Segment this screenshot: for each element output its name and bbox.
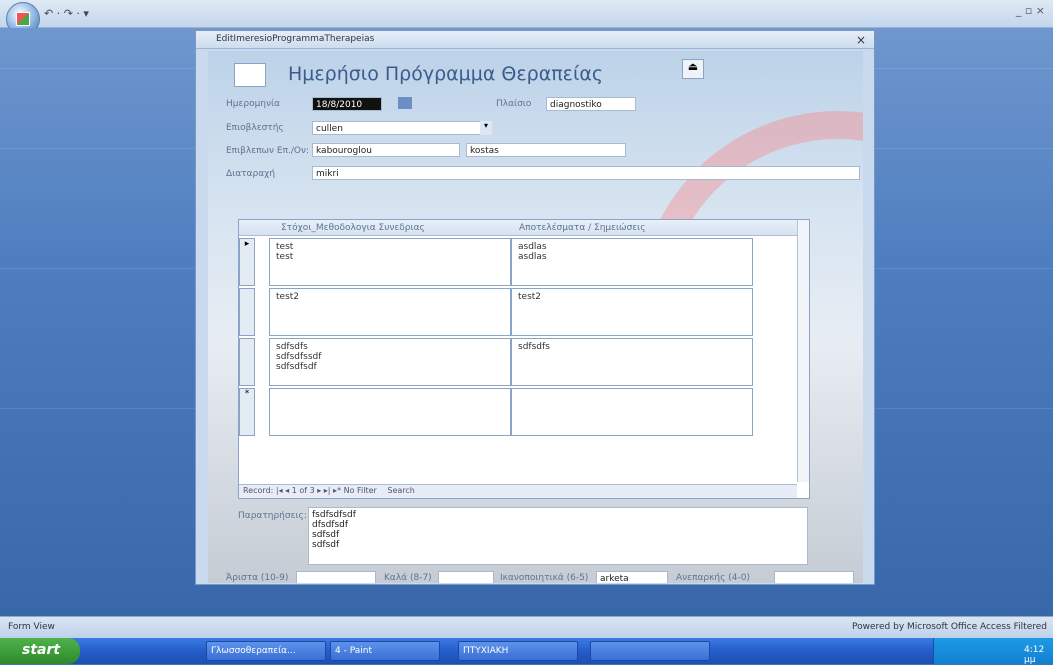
form-canvas: Ημερήσιο Πρόγραμμα Θεραπείας ⏏ Ημερομηνί… (208, 51, 863, 583)
subform-scrollbar[interactable] (797, 220, 809, 482)
app-ribbon-bar: ↶ · ↷ · ▾ _ ▫ × (0, 0, 1053, 36)
start-button[interactable]: start (0, 638, 80, 664)
page-title: Ημερήσιο Πρόγραμμα Θεραπείας (288, 63, 604, 85)
window-controls[interactable]: _ ▫ × (1016, 4, 1045, 17)
disorder-field[interactable]: mikri (312, 166, 860, 180)
column-header-results: Αποτελέσματα / Σημειώσεις (519, 223, 646, 233)
grade-excellent-label: Άριστα (10-9) (226, 573, 289, 583)
new-record-selector[interactable]: * (239, 388, 255, 436)
goal-cell[interactable]: sdfsdfs sdfsdfssdf sdfsdfsdf (269, 338, 511, 386)
record-selector[interactable] (239, 288, 255, 336)
grade-insufficient-field[interactable] (774, 571, 854, 583)
remarks-label: Παρατηρήσεις: (238, 511, 307, 521)
subform-header: Στόχοι_Μεθοδολογια Συνεδριας Αποτελέσματ… (239, 220, 797, 236)
record-label: Record: (243, 486, 274, 495)
goal-cell[interactable] (269, 388, 511, 436)
grade-insufficient-label: Ανεπαρκής (4-0) (676, 573, 750, 583)
grade-good-label: Καλά (8-7) (384, 573, 432, 583)
responsible-first-field[interactable]: kostas (466, 143, 626, 157)
supervisor-select[interactable]: cullen (312, 121, 490, 135)
form-window-title: EditImeresioProgrammaTherapeias (196, 31, 874, 49)
taskbar-item[interactable]: ΠΤΥΧΙΑΚΗ (458, 641, 578, 661)
status-bar: Form View Powered by Microsoft Office Ac… (0, 616, 1053, 638)
office-logo-icon (16, 12, 30, 26)
calendar-icon[interactable] (398, 97, 412, 109)
filter-indicator[interactable]: No Filter (344, 486, 377, 495)
column-header-goals: Στόχοι_Μεθοδολογια Συνεδριας (281, 223, 425, 233)
result-cell[interactable] (511, 388, 753, 436)
quick-access-toolbar[interactable]: ↶ · ↷ · ▾ (44, 7, 89, 20)
grade-good-field[interactable] (438, 571, 494, 583)
record-position[interactable]: 1 of 3 (292, 486, 315, 495)
date-label: Ημερομηνία (226, 99, 281, 109)
taskbar-item[interactable] (590, 641, 710, 661)
clock: 4:12 μμ (1024, 645, 1045, 665)
chevron-down-icon[interactable]: ▾ (480, 121, 492, 135)
close-icon[interactable]: × (856, 33, 866, 47)
form-icon (234, 63, 266, 87)
taskbar-item[interactable]: Γλωσσοθεραπεία... (206, 641, 326, 661)
goal-cell[interactable]: test2 (269, 288, 511, 336)
grade-satisfactory-label: Ικανοποιητικά (6-5) (500, 573, 589, 583)
responsible-last-field[interactable]: kabouroglou (312, 143, 460, 157)
grade-satisfactory-field[interactable]: arketa (596, 571, 668, 583)
grade-excellent-field[interactable] (296, 571, 376, 583)
goal-cell[interactable]: test test (269, 238, 511, 286)
result-cell[interactable]: asdlas asdlas (511, 238, 753, 286)
context-field[interactable]: diagnostiko (546, 97, 636, 111)
powered-by-text: Powered by Microsoft Office Access Filte… (852, 622, 1047, 632)
system-tray: 4:12 μμ (933, 638, 1053, 665)
form-window: EditImeresioProgrammaTherapeias × Ημερήσ… (195, 30, 875, 585)
record-navigation[interactable]: Record: |◂ ◂ 1 of 3 ▸ ▸| ▸* No Filter Se… (239, 484, 797, 498)
goals-subform: Στόχοι_Μεθοδολογια Συνεδριας Αποτελέσματ… (238, 219, 810, 499)
view-status: Form View (8, 622, 55, 632)
record-selector[interactable]: ▸ (239, 238, 255, 286)
exit-button[interactable]: ⏏ (682, 59, 704, 79)
next-record-icon[interactable]: ▸ ▸| ▸* (317, 486, 343, 495)
taskbar-item[interactable]: 4 - Paint (330, 641, 440, 661)
first-record-icon[interactable]: |◂ ◂ (276, 486, 292, 495)
date-field[interactable]: 18/8/2010 (312, 97, 382, 111)
result-cell[interactable]: test2 (511, 288, 753, 336)
record-selector[interactable] (239, 338, 255, 386)
search-box[interactable]: Search (387, 486, 414, 495)
result-cell[interactable]: sdfsdfs (511, 338, 753, 386)
responsible-label: Επιβλεπων Επ./Ον: (226, 146, 310, 156)
disorder-label: Διαταραχή (226, 169, 276, 179)
context-label: Πλαίσιο (496, 99, 532, 109)
remarks-field[interactable]: fsdfsdfsdf dfsdfsdf sdfsdf sdfsdf (308, 507, 808, 565)
taskbar: start Γλωσσοθεραπεία... 4 - Paint ΠΤΥΧΙΑ… (0, 638, 1053, 665)
supervisor-label: Επιοβλεστής (226, 123, 284, 133)
